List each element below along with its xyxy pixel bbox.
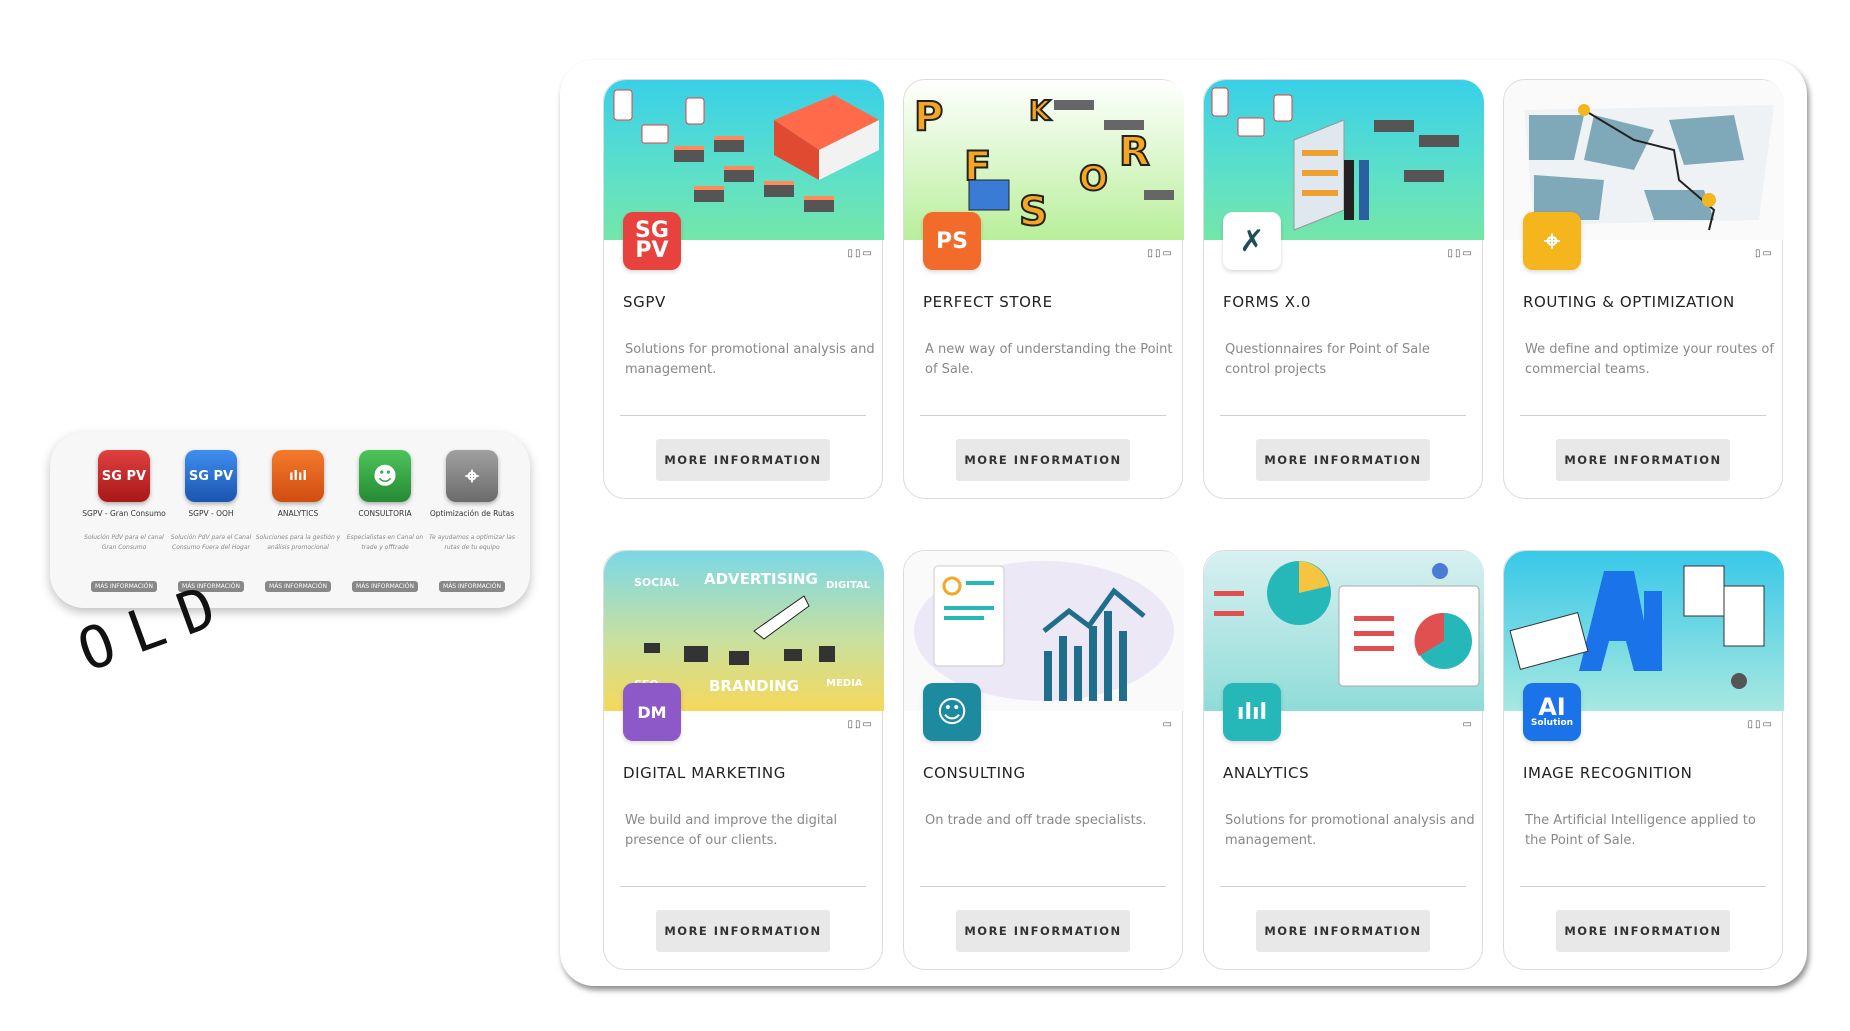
old-more-info-button[interactable]: MÁS INFORMACIÓN <box>91 581 157 592</box>
old-item-desc: Te ayudamos a optimizar las rutas de tu … <box>429 534 515 551</box>
card-routing: ⌖ ▯▭ ROUTING & OPTIMIZATION We define an… <box>1503 79 1784 499</box>
svg-text:O: O <box>1079 159 1108 199</box>
card-description: On trade and off trade specialists. <box>925 813 1147 828</box>
svg-text:P: P <box>914 94 943 140</box>
more-information-button[interactable]: MORE INFORMATION <box>1256 439 1430 481</box>
divider <box>1520 886 1766 887</box>
card-perfect-store: PKFRSO PS ▯▯▭ PERFECT STORE A new way of… <box>903 79 1184 499</box>
old-item-name: CONSULTORIA <box>358 509 412 518</box>
card-description: Solutions for promotional analysis and m… <box>625 342 875 377</box>
device-availability-icons: ▯▯▭ <box>847 719 874 730</box>
divider <box>920 886 1166 887</box>
hero-label-advertising: ADVERTISING <box>704 570 818 588</box>
divider <box>1220 886 1466 887</box>
card-forms: ✗ ▯▯▭ FORMS X.0 Questionnaires for Point… <box>1203 79 1484 499</box>
svg-text:K: K <box>1029 94 1052 127</box>
card-title: FORMS X.0 <box>1223 293 1312 311</box>
sgpv-ooh-icon: SG PV <box>185 450 237 502</box>
more-information-button[interactable]: MORE INFORMATION <box>656 439 830 481</box>
old-item-name: SGPV - Gran Consumo <box>82 509 166 518</box>
card-consulting: ☺ ▭ CONSULTING On trade and off trade sp… <box>903 550 1184 970</box>
old-item-sgpv-gran-consumo[interactable]: SG PV SGPV - Gran Consumo Solución PdV p… <box>81 450 167 592</box>
services-board: SG PV ▯▯▭ SGPV Solutions for promotional… <box>560 60 1807 986</box>
card-description: A new way of understanding the Point of … <box>925 342 1173 377</box>
old-item-desc: Soluciones para la gestión y análisis pr… <box>255 534 341 551</box>
device-availability-icons: ▯▯▭ <box>1147 248 1174 259</box>
card-analytics: ılıl ▭ ANALYTICS Solutions for promotion… <box>1203 550 1484 970</box>
svg-text:S: S <box>1019 189 1048 235</box>
old-more-info-button[interactable]: MÁS INFORMACIÓN <box>265 581 331 592</box>
old-more-info-button[interactable]: MÁS INFORMACIÓN <box>439 581 505 592</box>
card-digital-marketing: SOCIAL ADVERTISING DIGITAL SEO BRANDING … <box>603 550 884 970</box>
map-pin-icon: ⌖ <box>446 450 498 502</box>
old-item-desc: Especialistas en Canal on trade y offtra… <box>346 534 424 551</box>
routing-icon: ⌖ <box>1523 212 1581 270</box>
old-item-consultoria[interactable]: ☻ CONSULTORIA Especialistas en Canal on … <box>342 450 428 592</box>
card-description: Solutions for promotional analysis and m… <box>1225 813 1475 848</box>
old-item-desc: Solución PdV para el Canal Consumo Fuera… <box>170 534 252 551</box>
divider <box>620 886 866 887</box>
ai-icon-subtext: Solution <box>1530 718 1574 728</box>
old-item-name: SGPV - OOH <box>188 509 234 518</box>
old-more-info-button[interactable]: MÁS INFORMACIÓN <box>352 581 418 592</box>
more-information-button[interactable]: MORE INFORMATION <box>1556 910 1730 952</box>
sgpv-icon: SG PV <box>98 450 150 502</box>
hero-label-social: SOCIAL <box>634 576 679 589</box>
ai-icon-text: AI <box>1538 693 1566 721</box>
divider <box>1220 415 1466 416</box>
device-availability-icons: ▭ <box>1162 719 1174 730</box>
device-availability-icons: ▯▯▭ <box>1447 248 1474 259</box>
old-item-desc: Solución PdV para el canal Gran Consumo <box>84 534 164 551</box>
card-image-recognition: AI Solution ▯▯▭ IMAGE RECOGNITION The Ar… <box>1503 550 1784 970</box>
card-description: The Artificial Intelligence applied to t… <box>1525 813 1756 848</box>
consulting-icon: ☺ <box>923 683 981 741</box>
device-availability-icons: ▯▯▭ <box>847 248 874 259</box>
old-item-analytics[interactable]: ılıl ANALYTICS Soluciones para la gestió… <box>255 450 341 592</box>
device-availability-icons: ▯▭ <box>1755 248 1774 259</box>
card-title: ANALYTICS <box>1223 764 1310 782</box>
old-item-optimizacion-rutas[interactable]: ⌖ Optimización de Rutas Te ayudamos a op… <box>429 450 515 592</box>
divider <box>1520 415 1766 416</box>
perfect-store-icon: PS <box>923 212 981 270</box>
hero-label-media: MEDIA <box>826 678 863 689</box>
card-title: ROUTING & OPTIMIZATION <box>1523 293 1735 311</box>
ai-icon: AI Solution <box>1523 683 1581 741</box>
more-information-button[interactable]: MORE INFORMATION <box>1556 439 1730 481</box>
old-services-panel: SG PV SGPV - Gran Consumo Solución PdV p… <box>50 432 530 608</box>
card-title: SGPV <box>623 293 666 311</box>
more-information-button[interactable]: MORE INFORMATION <box>956 910 1130 952</box>
divider <box>620 415 866 416</box>
card-description: Questionnaires for Point of Sale control… <box>1225 342 1430 377</box>
device-availability-icons: ▯▯▭ <box>1747 719 1774 730</box>
analytics-icon: ılıl <box>272 450 324 502</box>
device-availability-icons: ▭ <box>1462 719 1474 730</box>
svg-text:R: R <box>1119 129 1150 175</box>
more-information-button[interactable]: MORE INFORMATION <box>1256 910 1430 952</box>
card-title: PERFECT STORE <box>923 293 1053 311</box>
card-sgpv: SG PV ▯▯▭ SGPV Solutions for promotional… <box>603 79 884 499</box>
forms-icon: ✗ <box>1223 212 1281 270</box>
card-description: We define and optimize your routes of co… <box>1525 342 1774 377</box>
old-item-name: ANALYTICS <box>277 509 319 518</box>
sgpv-icon: SG PV <box>623 212 681 270</box>
card-description: We build and improve the digital presenc… <box>625 813 838 848</box>
chat-bubble-icon: ☻ <box>359 450 411 502</box>
hero-label-branding: BRANDING <box>709 677 799 695</box>
divider <box>920 415 1166 416</box>
old-item-name: Optimización de Rutas <box>429 509 515 518</box>
card-title: IMAGE RECOGNITION <box>1523 764 1693 782</box>
card-title: CONSULTING <box>923 764 1026 782</box>
more-information-button[interactable]: MORE INFORMATION <box>956 439 1130 481</box>
digital-marketing-icon: DM <box>623 683 681 741</box>
more-information-button[interactable]: MORE INFORMATION <box>656 910 830 952</box>
analytics-icon: ılıl <box>1223 683 1281 741</box>
card-title: DIGITAL MARKETING <box>623 764 786 782</box>
hero-label-digital: DIGITAL <box>826 580 871 591</box>
